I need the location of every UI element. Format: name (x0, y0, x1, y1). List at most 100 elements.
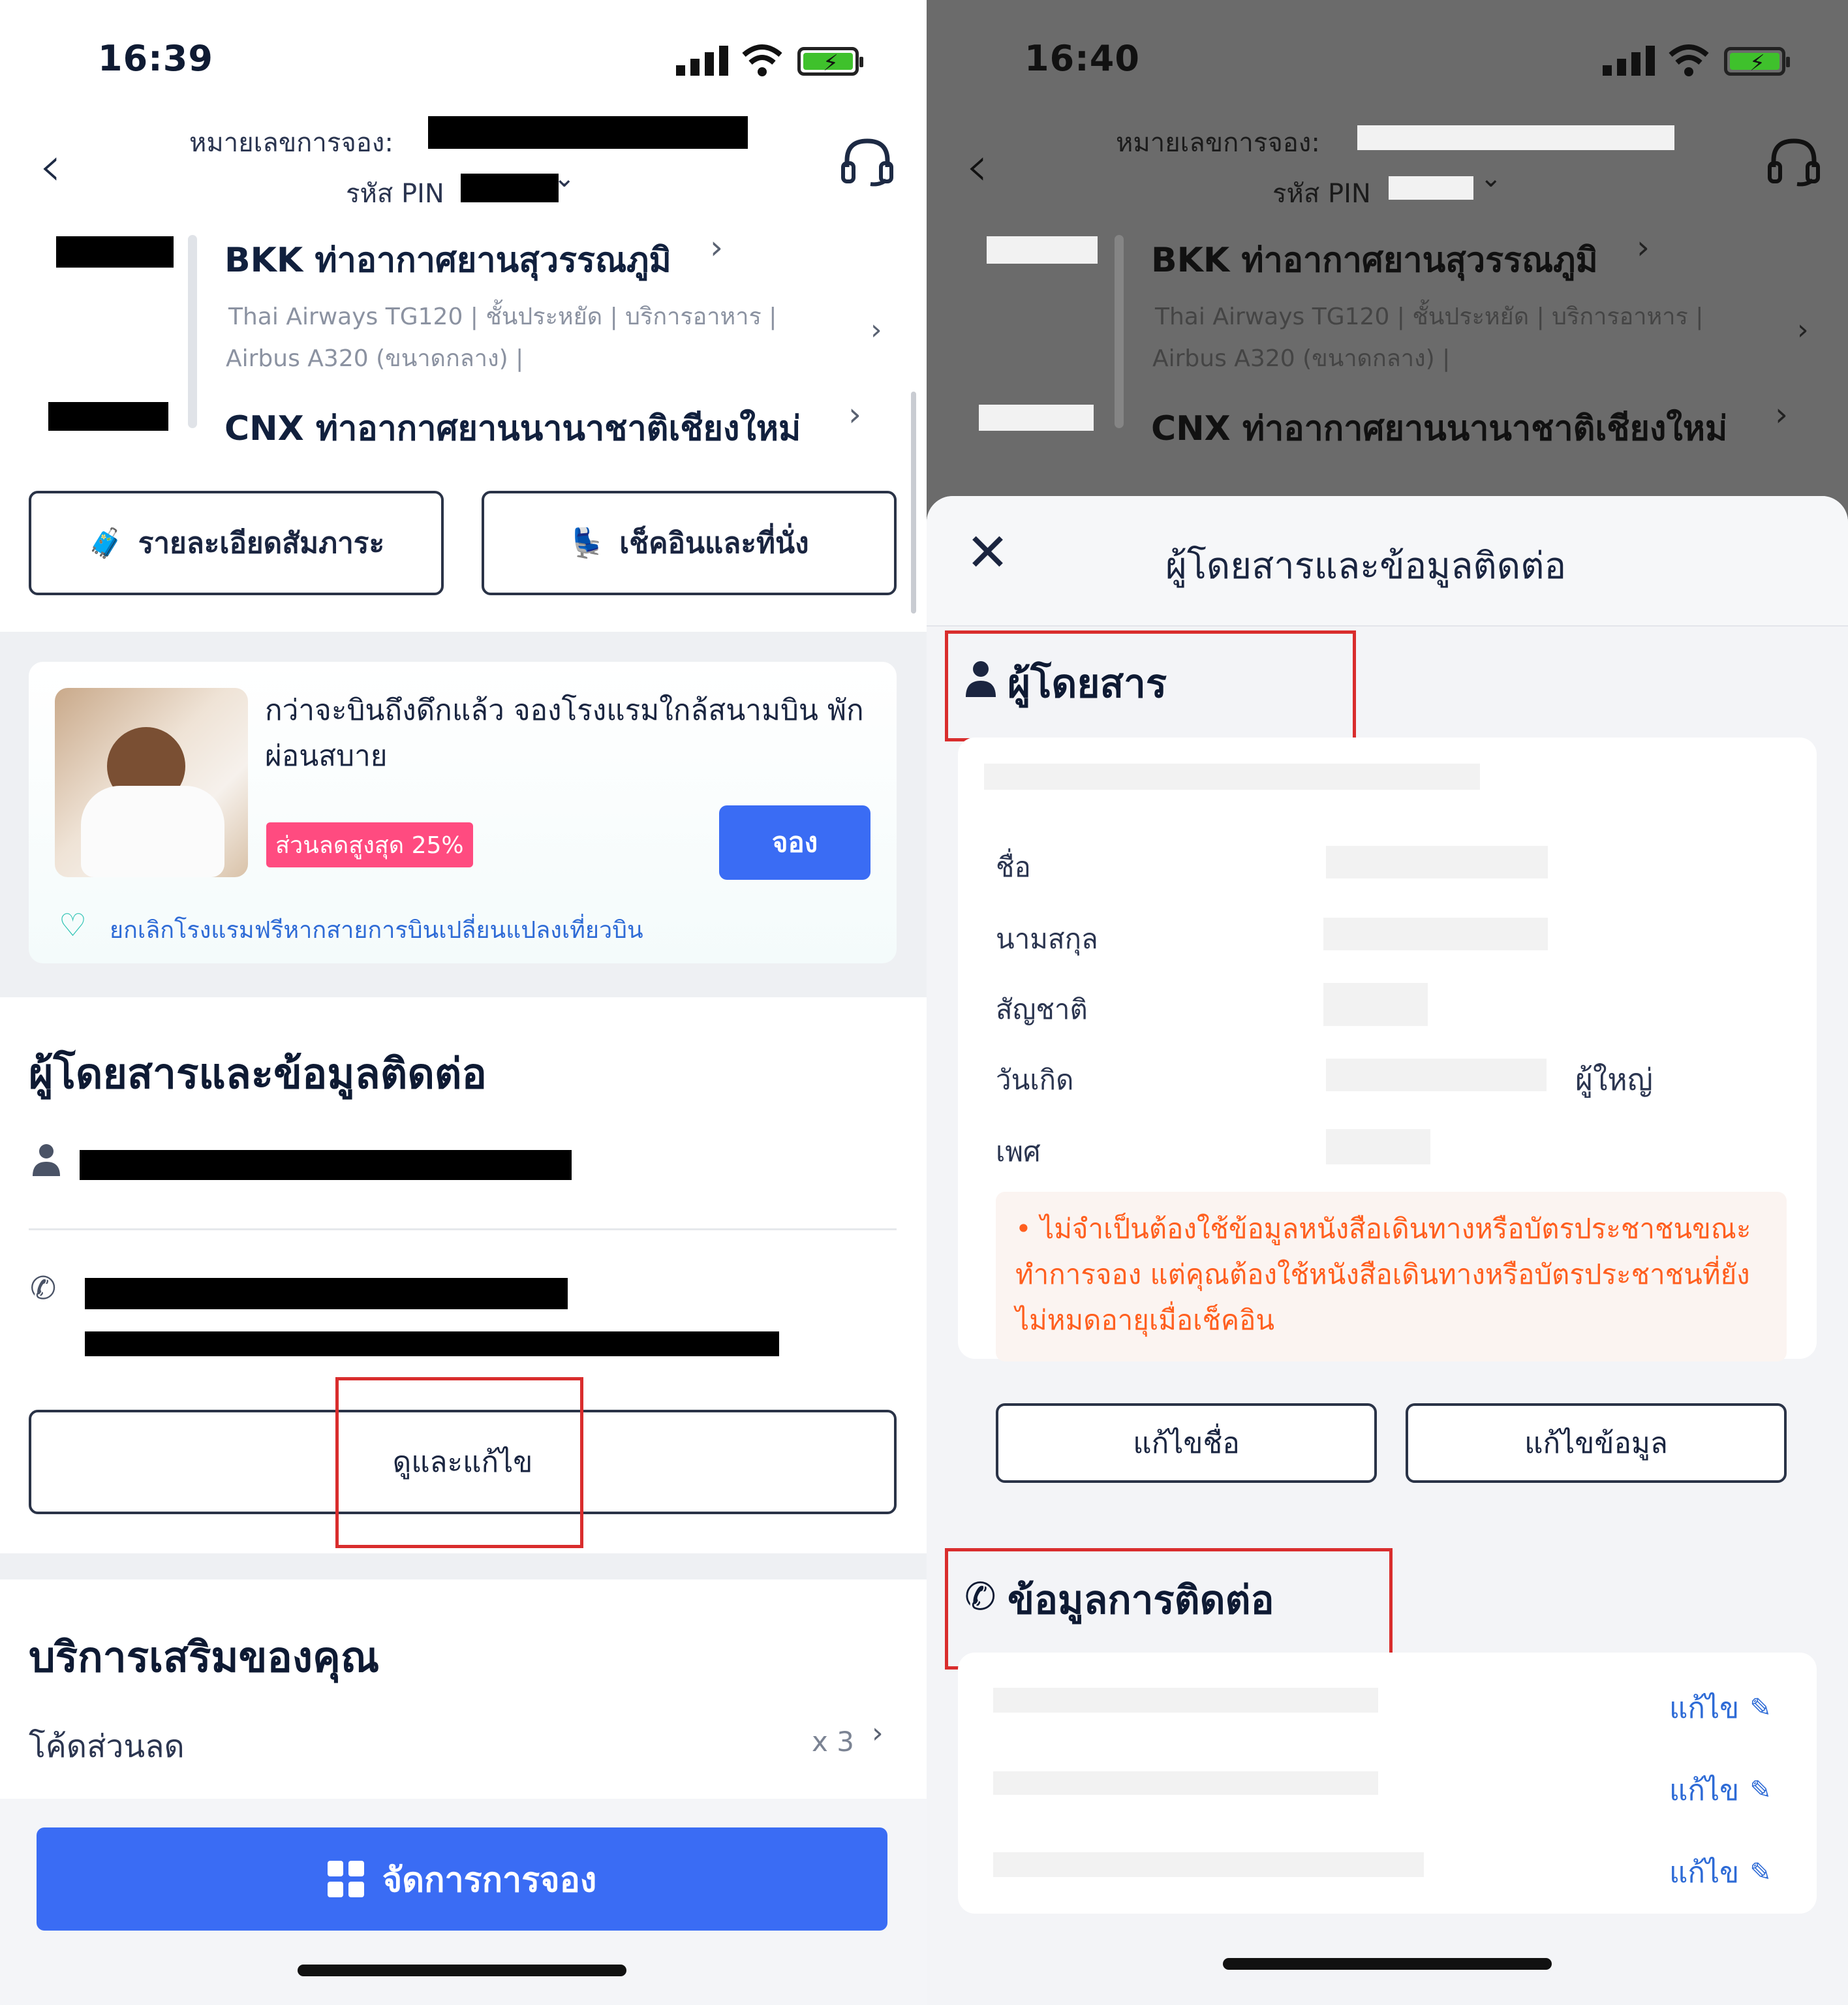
edit-contact-name-link[interactable]: แก้ไข ✎ (1669, 1685, 1772, 1731)
checkin-button[interactable]: 💺 เช็คอินและที่นั่ง (482, 491, 897, 595)
age-type: ผู้ใหญ่ (1575, 1062, 1653, 1097)
edit-contact-phone-link[interactable]: แก้ไข ✎ (1669, 1767, 1772, 1813)
arrive-time-redacted (48, 402, 168, 431)
booking-number-label: หมายเลขการจอง: (189, 128, 393, 158)
nationality-label: สัญชาติ (996, 993, 1088, 1025)
free-cancel-note: ยกเลิกโรงแรมฟรีหากสายการบินเปลี่ยนแปลงเท… (110, 917, 643, 944)
headset-icon[interactable] (1767, 137, 1821, 187)
signal-icon (1603, 46, 1655, 76)
pencil-icon: ✎ (1749, 1857, 1772, 1888)
passenger-name-redacted (80, 1150, 572, 1180)
depart-time-redacted (56, 236, 174, 268)
hotel-promo-card[interactable]: กว่าจะบินถึงดึกแล้ว จองโรงแรมใกล้สนามบิน… (29, 662, 897, 963)
sheet-title: ผู้โดยสารและข้อมูลติดต่อ (1165, 545, 1567, 587)
arrival-chevron-icon: › (848, 396, 861, 433)
heart-check-icon: ♡ (59, 907, 87, 944)
arrive-time-redacted (979, 405, 1094, 431)
flight-info-line2: Airbus A320 (ขนาดกลาง) | (226, 345, 524, 372)
hotel-photo (55, 688, 248, 877)
contact-email-value (993, 1852, 1424, 1877)
depart-time-redacted (987, 236, 1098, 264)
departure-airport[interactable]: BKK ท่าอากาศยานสุวรรณภูมิ (1151, 232, 1598, 287)
passenger-card: ชื่อ นามสกุล สัญชาติ วันเกิด ผู้ใหญ่ เพศ… (958, 738, 1817, 1361)
divider (29, 1228, 897, 1230)
status-time: 16:40 (1024, 38, 1140, 79)
highlight-box-view-edit (335, 1377, 583, 1548)
departure-airport[interactable]: BKK ท่าอากาศยานสุวรรณภูมิ (224, 232, 671, 287)
gender-value (1326, 1129, 1430, 1164)
route-line (188, 235, 197, 428)
contact-card: แก้ไข ✎ แก้ไข ✎ แก้ไข ✎ (958, 1653, 1817, 1914)
home-indicator (1223, 1958, 1552, 1970)
first-name-value (1326, 846, 1548, 878)
first-name-label: ชื่อ (996, 851, 1031, 883)
discount-count: x 3 (812, 1726, 854, 1758)
departure-chevron-icon: › (710, 228, 723, 266)
booking-number-label: หมายเลขการจอง: (1116, 128, 1320, 158)
wifi-icon (1669, 44, 1709, 76)
passenger-fullname-redacted (984, 764, 1480, 790)
edit-contact-email-link[interactable]: แก้ไข ✎ (1669, 1850, 1772, 1895)
arrival-airport[interactable]: CNX ท่าอากาศยานนานาชาติเชียงใหม่ (224, 401, 801, 455)
contact-name-redacted (85, 1278, 568, 1309)
booking-number-redacted (428, 116, 748, 149)
pin-label: รหัส PIN (346, 179, 444, 209)
nationality-value (1323, 983, 1428, 1026)
highlight-box-passenger (945, 630, 1356, 741)
passenger-bottom-sheet: ✕ ผู้โดยสารและข้อมูลติดต่อ ผู้โดยสาร ชื่… (927, 496, 1848, 2005)
back-icon[interactable]: ‹ (966, 134, 988, 199)
luggage-icon: 🧳 (87, 527, 124, 560)
pencil-icon: ✎ (1749, 1775, 1772, 1805)
discount-badge: ส่วนลดสูงสุด 25% (266, 822, 473, 867)
pin-toggle-icon[interactable]: ⌄ (553, 163, 576, 193)
discount-chevron-icon[interactable]: › (872, 1717, 884, 1750)
scrollbar[interactable] (911, 392, 916, 614)
passport-warning: • ไม่จำเป็นต้องใช้ข้อมูลหนังสือเดินทางหร… (996, 1192, 1787, 1361)
extras-section-title: บริการเสริมของคุณ (29, 1634, 380, 1682)
contact-details-redacted (85, 1331, 779, 1356)
flight-info-line1: Thai Airways TG120 | ชั้นประหยัด | บริกา… (228, 303, 777, 330)
flight-detail-chevron-icon[interactable]: › (1797, 313, 1809, 347)
phone-icon: ✆ (30, 1270, 57, 1307)
last-name-label: นามสกุล (996, 923, 1098, 955)
battery-icon: ⚡ (1724, 47, 1790, 76)
highlight-box-contact (945, 1548, 1393, 1670)
home-indicator (298, 1965, 626, 1976)
status-time: 16:39 (98, 38, 213, 79)
pin-redacted (1389, 176, 1473, 200)
route-line (1115, 235, 1124, 428)
hotel-book-button[interactable]: จอง (719, 805, 870, 880)
pin-toggle-icon[interactable]: ⌄ (1480, 163, 1502, 193)
booking-number-redacted (1357, 125, 1674, 150)
discount-code-label[interactable]: โค้ดส่วนลด (29, 1722, 185, 1771)
person-icon (33, 1144, 60, 1176)
close-icon[interactable]: ✕ (966, 522, 1009, 583)
contact-name-value (993, 1688, 1378, 1713)
seat-icon: 💺 (569, 527, 606, 560)
signal-icon (676, 46, 728, 76)
birthday-value (1326, 1059, 1547, 1091)
manage-booking-button[interactable]: จัดการการจอง (37, 1827, 887, 1931)
passenger-card-bottom (958, 1359, 1817, 1512)
left-screenshot: 16:39 ⚡ ‹ หมายเลขการจอง: รหัส PIN ⌄ BKK … (0, 0, 927, 2005)
section-gap (0, 1553, 927, 1579)
back-icon[interactable]: ‹ (39, 134, 61, 199)
pin-redacted (461, 174, 559, 202)
wifi-icon (742, 44, 782, 76)
grid-icon (327, 1861, 364, 1897)
headset-icon[interactable] (840, 137, 894, 187)
flight-info-line1: Thai Airways TG120 | ชั้นประหยัด | บริกา… (1155, 303, 1704, 330)
contact-phone-value (993, 1771, 1378, 1795)
passengers-section-title: ผู้โดยสารและข้อมูลติดต่อ (29, 1050, 487, 1098)
last-name-value (1323, 918, 1548, 950)
departure-chevron-icon: › (1637, 228, 1650, 266)
right-screenshot: 16:40 ⚡ ‹ หมายเลขการจอง: รหัส PIN ⌄ BKK … (927, 0, 1848, 2005)
pin-label: รหัส PIN (1272, 179, 1371, 209)
battery-icon: ⚡ (797, 47, 863, 76)
gender-label: เพศ (996, 1136, 1041, 1168)
arrival-airport[interactable]: CNX ท่าอากาศยานนานาชาติเชียงใหม่ (1151, 401, 1727, 455)
promo-title: กว่าจะบินถึงดึกแล้ว จองโรงแรมใกล้สนามบิน… (265, 694, 864, 773)
baggage-button[interactable]: 🧳 รายละเอียดสัมภาระ (29, 491, 444, 595)
birthday-label: วันเกิด (996, 1064, 1074, 1096)
flight-detail-chevron-icon[interactable]: › (870, 313, 882, 347)
